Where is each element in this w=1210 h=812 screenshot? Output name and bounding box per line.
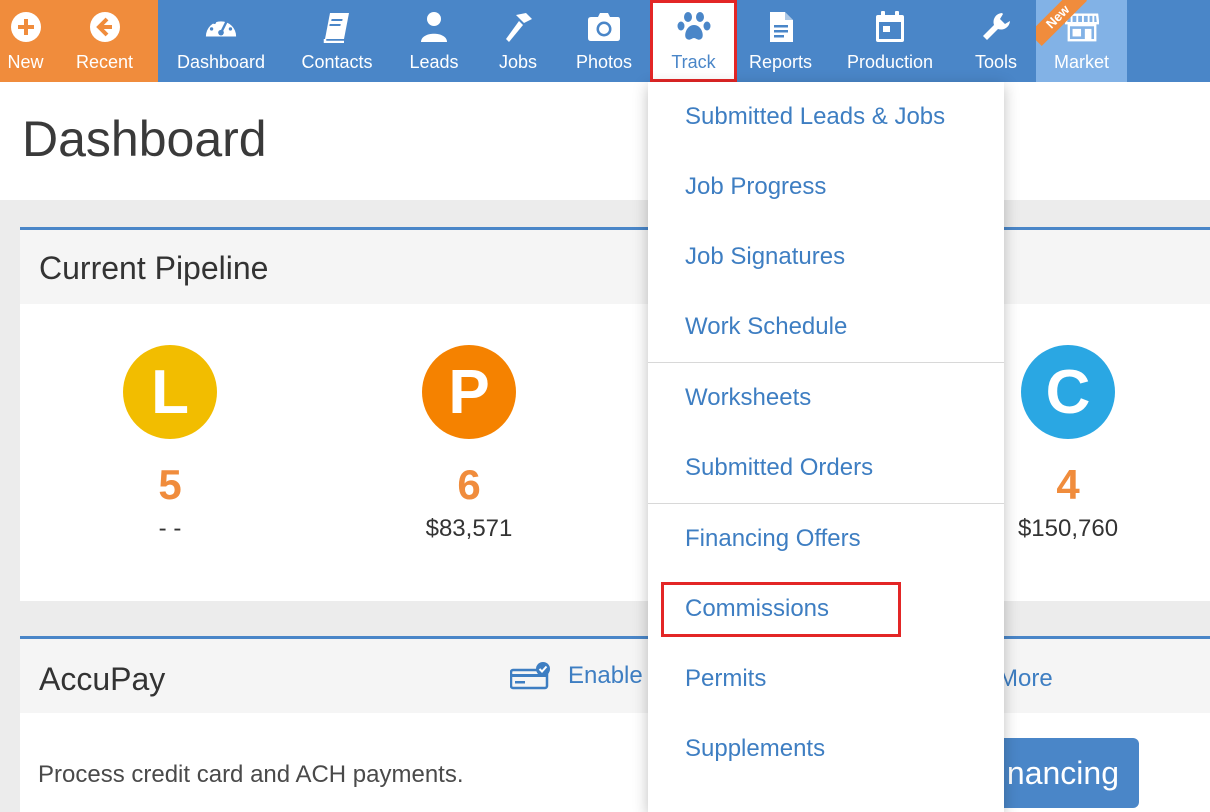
enable-accupay-link[interactable]: Enable bbox=[509, 661, 643, 691]
pipeline-header: Current Pipeline bbox=[20, 230, 1210, 304]
plus-circle-icon bbox=[9, 10, 43, 44]
learn-more-link[interactable]: More bbox=[998, 665, 1053, 693]
pipeline-title: Current Pipeline bbox=[39, 250, 269, 286]
nav-photos[interactable]: Photos bbox=[558, 0, 650, 82]
accupay-header: AccuPay Enable More bbox=[20, 639, 1210, 713]
nav-label: Leads bbox=[409, 52, 459, 72]
nav-recent[interactable]: Recent bbox=[51, 0, 158, 82]
stage-letter-badge: L bbox=[123, 345, 217, 439]
camera-icon bbox=[587, 10, 621, 44]
stage-count: 6 bbox=[457, 461, 481, 508]
stage-count: 5 bbox=[158, 461, 182, 508]
menu-item-work-schedule[interactable]: Work Schedule bbox=[685, 313, 847, 341]
menu-item-job-signatures[interactable]: Job Signatures bbox=[685, 243, 845, 271]
book-icon bbox=[320, 10, 354, 44]
accupay-title: AccuPay bbox=[39, 661, 166, 697]
paw-icon bbox=[677, 10, 711, 44]
nav-jobs[interactable]: Jobs bbox=[478, 0, 558, 82]
nav-label: Tools bbox=[974, 52, 1018, 72]
stage-letter-badge: C bbox=[1021, 345, 1115, 439]
nav-tools[interactable]: Tools bbox=[956, 0, 1036, 82]
top-navigation: New Recent Dashboard Contacts Leads Jobs bbox=[0, 0, 1210, 82]
nav-production[interactable]: Production bbox=[824, 0, 956, 82]
nav-label: New bbox=[7, 52, 44, 72]
accupay-card: AccuPay Enable More Process credit card … bbox=[20, 636, 1210, 812]
wrench-icon bbox=[979, 10, 1013, 44]
menu-item-financing-offers[interactable]: Financing Offers bbox=[685, 525, 861, 553]
nav-label: Market bbox=[1053, 52, 1109, 72]
menu-divider bbox=[648, 362, 1004, 363]
pipeline-stage-prospects[interactable]: P 6 $83,571 bbox=[369, 345, 569, 543]
nav-leads[interactable]: Leads bbox=[390, 0, 478, 82]
menu-divider bbox=[648, 503, 1004, 504]
stage-letter-badge: P bbox=[422, 345, 516, 439]
nav-label: Recent bbox=[75, 52, 134, 72]
accupay-description: Process credit card and ACH payments. bbox=[38, 761, 464, 788]
menu-item-commissions[interactable]: Commissions bbox=[685, 595, 829, 623]
enable-label: Enable bbox=[568, 662, 643, 689]
nav-label: Contacts bbox=[301, 52, 373, 72]
nav-label: Jobs bbox=[498, 52, 538, 72]
document-icon bbox=[764, 10, 798, 44]
calendar-icon bbox=[873, 10, 907, 44]
menu-item-worksheets[interactable]: Worksheets bbox=[685, 384, 811, 412]
speedometer-icon bbox=[204, 10, 238, 44]
pipeline-stage-leads[interactable]: L 5 - - bbox=[70, 345, 270, 543]
arrow-left-circle-icon bbox=[88, 10, 122, 44]
menu-item-permits[interactable]: Permits bbox=[685, 665, 766, 693]
nav-label: Photos bbox=[575, 52, 633, 72]
nav-label: Track bbox=[671, 52, 716, 72]
menu-item-submitted-leads-jobs[interactable]: Submitted Leads & Jobs bbox=[685, 103, 945, 131]
nav-reports[interactable]: Reports bbox=[737, 0, 824, 82]
stage-amount: - - bbox=[158, 515, 182, 542]
payment-check-icon bbox=[509, 661, 552, 691]
menu-item-supplements[interactable]: Supplements bbox=[685, 735, 825, 763]
nav-label: Dashboard bbox=[176, 52, 266, 72]
nav-label: Reports bbox=[748, 52, 813, 72]
page-title: Dashboard bbox=[22, 111, 267, 167]
menu-item-job-progress[interactable]: Job Progress bbox=[685, 173, 826, 201]
nav-contacts[interactable]: Contacts bbox=[284, 0, 390, 82]
hammer-icon bbox=[501, 10, 535, 44]
nav-market[interactable]: New Market bbox=[1036, 0, 1127, 82]
nav-label: Production bbox=[846, 52, 934, 72]
person-icon bbox=[417, 10, 451, 44]
nav-dashboard[interactable]: Dashboard bbox=[158, 0, 284, 82]
track-dropdown-menu: Submitted Leads & Jobs Job Progress Job … bbox=[648, 82, 1004, 812]
title-bar: Dashboard bbox=[0, 82, 1210, 200]
nav-track[interactable]: Track bbox=[650, 0, 737, 82]
menu-item-submitted-orders[interactable]: Submitted Orders bbox=[685, 454, 873, 482]
stage-amount: $83,571 bbox=[425, 515, 513, 542]
pipeline-card: Current Pipeline L 5 - - P 6 $83,571 C 4… bbox=[20, 227, 1210, 601]
nav-new[interactable]: New bbox=[0, 0, 51, 82]
